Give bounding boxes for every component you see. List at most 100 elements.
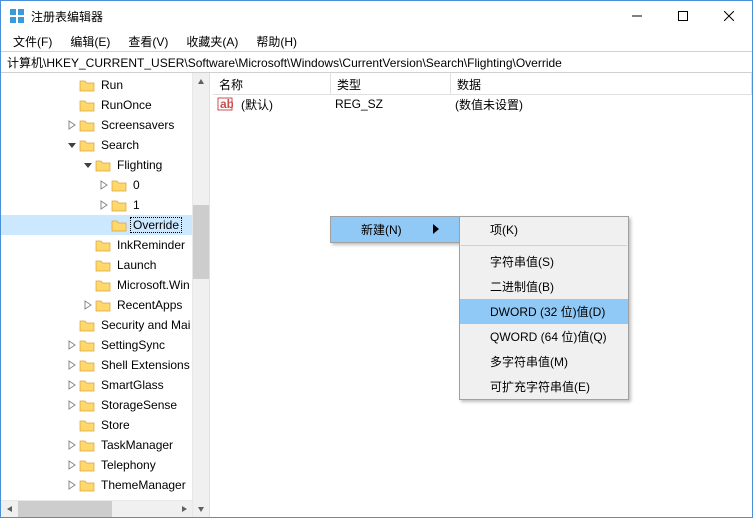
tree-item-label: TaskManager xyxy=(98,437,176,453)
value-data: (数值未设置) xyxy=(449,95,529,114)
expand-icon[interactable] xyxy=(97,198,111,212)
scroll-right-button[interactable] xyxy=(175,501,192,517)
maximize-button[interactable] xyxy=(660,1,706,31)
tree-item-flighting[interactable]: Flighting xyxy=(1,155,192,175)
tree-item-1[interactable]: 1 xyxy=(1,195,192,215)
new-multistring-value[interactable]: 多字符串值(M) xyxy=(460,349,628,374)
tree-item-security-and-mai[interactable]: Security and Mai xyxy=(1,315,192,335)
tree-item-launch[interactable]: Launch xyxy=(1,255,192,275)
folder-icon xyxy=(79,398,95,412)
tree-item-smartglass[interactable]: SmartGlass xyxy=(1,375,192,395)
tree-item-thememanager[interactable]: ThemeManager xyxy=(1,475,192,495)
menu-help[interactable]: 帮助(H) xyxy=(248,31,305,51)
scroll-thumb[interactable] xyxy=(193,205,209,279)
tree-item-label: 1 xyxy=(130,197,143,213)
tree-item-label: InkReminder xyxy=(114,237,188,253)
tree-item-label: RunOnce xyxy=(98,97,155,113)
tree-vertical-scrollbar[interactable] xyxy=(192,73,209,517)
scroll-left-button[interactable] xyxy=(1,501,18,517)
folder-icon xyxy=(111,178,127,192)
scroll-down-button[interactable] xyxy=(193,500,209,517)
new-binary-value[interactable]: 二进制值(B) xyxy=(460,274,628,299)
menu-edit[interactable]: 编辑(E) xyxy=(62,31,118,51)
app-icon xyxy=(9,8,25,24)
column-name[interactable]: 名称 xyxy=(213,73,331,94)
tree-item-storagesense[interactable]: StorageSense xyxy=(1,395,192,415)
tree-horizontal-scrollbar[interactable] xyxy=(1,500,192,517)
list-body[interactable]: ab (默认) REG_SZ (数值未设置) 新建(N) 项(K) 字符串值(S… xyxy=(213,95,752,517)
column-type[interactable]: 类型 xyxy=(331,73,451,94)
tree-item-0[interactable]: 0 xyxy=(1,175,192,195)
expand-icon[interactable] xyxy=(65,118,79,132)
tree-item-inkreminder[interactable]: InkReminder xyxy=(1,235,192,255)
folder-icon xyxy=(79,458,95,472)
tree-item-shell-extensions[interactable]: Shell Extensions xyxy=(1,355,192,375)
tree-item-label: ThemeManager xyxy=(98,477,189,493)
list-row[interactable]: ab (默认) REG_SZ (数值未设置) xyxy=(213,95,752,113)
tree-item-taskmanager[interactable]: TaskManager xyxy=(1,435,192,455)
minimize-button[interactable] xyxy=(614,1,660,31)
menu-bar: 文件(F) 编辑(E) 查看(V) 收藏夹(A) 帮助(H) xyxy=(1,31,752,51)
value-name: (默认) xyxy=(235,95,329,114)
tree-item-label: Shell Extensions xyxy=(98,357,193,373)
folder-icon xyxy=(79,378,95,392)
expand-icon[interactable] xyxy=(65,378,79,392)
tree-item-runonce[interactable]: RunOnce xyxy=(1,95,192,115)
registry-tree[interactable]: Run RunOnce Screensavers Search Flighting0 1 O… xyxy=(1,73,192,497)
expand-icon[interactable] xyxy=(65,478,79,492)
tree-item-settingsync[interactable]: SettingSync xyxy=(1,335,192,355)
tree-item-label: Microsoft.Win xyxy=(114,277,193,293)
tree-item-telephony[interactable]: Telephony xyxy=(1,455,192,475)
tree-item-override[interactable]: Override xyxy=(1,215,192,235)
new-string-value[interactable]: 字符串值(S) xyxy=(460,249,628,274)
close-button[interactable] xyxy=(706,1,752,31)
tree-item-run[interactable]: Run xyxy=(1,75,192,95)
list-header: 名称 类型 数据 xyxy=(213,73,752,95)
tree-item-label: Screensavers xyxy=(98,117,177,133)
expander-placeholder xyxy=(65,418,79,432)
menu-favorites[interactable]: 收藏夹(A) xyxy=(178,31,246,51)
folder-icon xyxy=(79,118,95,132)
scroll-thumb-h[interactable] xyxy=(18,501,112,517)
tree-item-screensavers[interactable]: Screensavers xyxy=(1,115,192,135)
tree-item-store[interactable]: Store xyxy=(1,415,192,435)
tree-item-microsoft-win[interactable]: Microsoft.Win xyxy=(1,275,192,295)
tree-item-label: SettingSync xyxy=(98,337,168,353)
tree-item-label: Telephony xyxy=(98,457,159,473)
tree-item-label: Search xyxy=(98,137,142,153)
tree-item-label: Store xyxy=(98,417,133,433)
expand-icon[interactable] xyxy=(65,438,79,452)
context-menu-new[interactable]: 新建(N) xyxy=(331,217,459,242)
folder-icon xyxy=(95,258,111,272)
submenu-arrow-icon xyxy=(433,223,439,237)
address-path: 计算机\HKEY_CURRENT_USER\Software\Microsoft… xyxy=(7,54,562,71)
tree-item-label: Run xyxy=(98,77,126,93)
new-qword-value[interactable]: QWORD (64 位)值(Q) xyxy=(460,324,628,349)
menu-view[interactable]: 查看(V) xyxy=(120,31,176,51)
window-controls xyxy=(614,1,752,31)
tree-item-recentapps[interactable]: RecentApps xyxy=(1,295,192,315)
expand-icon[interactable] xyxy=(65,358,79,372)
folder-icon xyxy=(79,138,95,152)
content-area: Run RunOnce Screensavers Search Flighting0 1 O… xyxy=(1,73,752,517)
menu-file[interactable]: 文件(F) xyxy=(5,31,60,51)
expand-icon[interactable] xyxy=(97,178,111,192)
new-dword-value[interactable]: DWORD (32 位)值(D) xyxy=(460,299,628,324)
expand-icon[interactable] xyxy=(81,298,95,312)
tree-item-search[interactable]: Search xyxy=(1,135,192,155)
new-key[interactable]: 项(K) xyxy=(460,217,628,242)
expand-icon[interactable] xyxy=(65,458,79,472)
scroll-up-button[interactable] xyxy=(193,73,209,90)
folder-icon xyxy=(79,478,95,492)
tree-item-label: RecentApps xyxy=(114,297,185,313)
column-data[interactable]: 数据 xyxy=(451,73,752,94)
address-bar[interactable]: 计算机\HKEY_CURRENT_USER\Software\Microsoft… xyxy=(1,51,752,73)
expand-icon[interactable] xyxy=(65,398,79,412)
expander-placeholder xyxy=(65,318,79,332)
new-expandstring-value[interactable]: 可扩充字符串值(E) xyxy=(460,374,628,399)
expand-icon[interactable] xyxy=(65,338,79,352)
collapse-icon[interactable] xyxy=(81,158,95,172)
tree-item-label: SmartGlass xyxy=(98,377,167,393)
collapse-icon[interactable] xyxy=(65,138,79,152)
expander-placeholder xyxy=(81,238,95,252)
